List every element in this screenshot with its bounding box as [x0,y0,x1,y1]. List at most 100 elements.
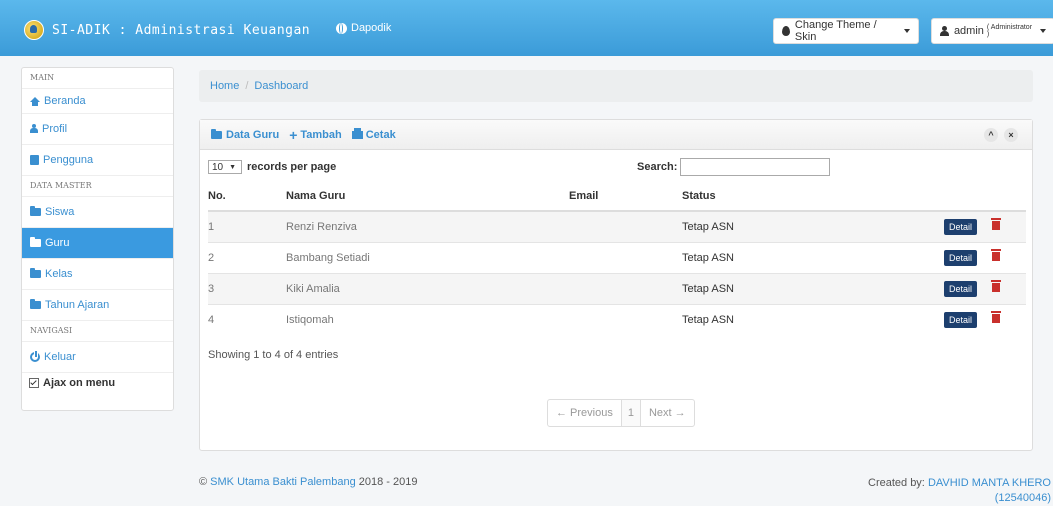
ajax-label: Ajax on menu [43,377,116,389]
app-title: SI-ADIK : Administrasi Keuangan [52,22,311,38]
detail-button[interactable]: Detail [944,219,978,235]
table-row: 4 Istiqomah Tetap ASN Detail [208,304,1026,335]
top-navbar: SI-ADIK : Administrasi Keuangan Dapodik … [0,0,1053,56]
sidebar-item-pengguna[interactable]: Pengguna [22,145,173,176]
column-header-no[interactable]: No. [208,182,286,212]
column-header-nama[interactable]: Nama Guru [286,182,569,212]
sidebar-section-main: MAIN [22,68,173,89]
cell-status: Tetap ASN [682,304,944,335]
guru-table: No. Nama Guru Email Status 1 Renzi Renzi… [208,182,1026,335]
select-arrow-icon: ▼ [229,163,237,171]
records-select[interactable]: 10 ▼ [208,160,242,174]
panel-title: Data Guru [211,128,280,141]
records-per-page: 10 ▼ records per page [208,160,336,174]
add-button-label: Tambah [300,128,342,141]
detail-button[interactable]: Detail [944,312,978,328]
footer-year: 2018 - 2019 [358,476,418,488]
sidebar-item-label: Profil [42,123,68,135]
cell-email [569,273,682,305]
records-label: records per page [247,161,337,173]
ajax-toggle[interactable]: Ajax on menu [22,373,173,393]
trash-icon[interactable] [991,279,1002,292]
print-button[interactable]: Cetak [351,127,396,141]
tut-wuri-logo-icon [24,20,44,40]
column-header-email[interactable]: Email [569,182,682,212]
sidebar-item-label: Tahun Ajaran [45,299,110,311]
close-panel-button[interactable]: × [1004,128,1018,142]
sidebar-item-siswa[interactable]: Siswa [22,197,173,228]
change-theme-button[interactable]: Change Theme / Skin [773,18,919,44]
author-link[interactable]: DAVHID MANTA KHERO [928,477,1051,489]
caret-down-icon [904,29,910,33]
table-row: 3 Kiki Amalia Tetap ASN Detail [208,273,1026,305]
theme-button-label: Change Theme / Skin [794,19,877,43]
sidebar-item-guru[interactable]: Guru [22,228,173,259]
user-role: ( Administrator ) [986,24,1033,38]
panel-header: Data Guru + Tambah Cetak ^ × [200,120,1032,150]
school-link[interactable]: SMK Utama Bakti Palembang [210,476,356,488]
table-header-row: No. Nama Guru Email Status [208,182,1026,212]
tint-icon [782,26,790,36]
sidebar-section-navigasi: NAVIGASI [22,321,173,342]
cell-email [569,242,682,274]
sidebar-item-keluar[interactable]: Keluar [22,342,173,373]
home-icon [30,96,40,106]
globe-icon [336,22,347,34]
cell-actions: Detail [944,242,1026,274]
created-by-label: Created by: [868,477,925,489]
footer-left: © SMK Utama Bakti Palembang 2018 - 2019 [199,476,417,488]
breadcrumb-separator: / [245,80,249,92]
folder-icon [30,237,41,247]
sidebar-item-label: Beranda [44,95,86,107]
user-name: admin [953,25,984,37]
cell-email [569,304,682,335]
cell-no: 4 [208,304,286,335]
cell-no: 3 [208,273,286,305]
sidebar-item-label: Guru [45,237,70,249]
folder-icon [30,268,41,278]
author-id[interactable]: (12540046) [995,492,1051,504]
cell-nama: Istiqomah [286,304,569,335]
table-row: 1 Renzi Renziva Tetap ASN Detail [208,210,1026,243]
table-row: 2 Bambang Setiadi Tetap ASN Detail [208,242,1026,274]
detail-button[interactable]: Detail [944,281,978,297]
detail-button[interactable]: Detail [944,250,978,266]
breadcrumb-current[interactable]: Dashboard [254,80,308,92]
user-icon [940,26,949,36]
user-icon [30,124,38,134]
power-icon [30,351,40,362]
cell-no: 2 [208,242,286,274]
search-box: Search: [637,158,831,176]
footer-right: Created by: DAVHID MANTA KHERO (12540046… [868,476,1051,506]
search-input[interactable] [680,158,831,176]
current-page-button[interactable]: 1 [620,400,641,426]
breadcrumb-home[interactable]: Home [210,80,239,92]
sidebar-item-tahun-ajaran[interactable]: Tahun Ajaran [22,290,173,321]
dapodik-link[interactable]: Dapodik [336,22,391,34]
app-brand[interactable]: SI-ADIK : Administrasi Keuangan [24,20,310,40]
collapse-panel-button[interactable]: ^ [984,128,998,142]
previous-page-button[interactable]: ← Previous [548,400,621,426]
cell-nama: Kiki Amalia [286,273,569,305]
column-header-action [944,182,1026,212]
sidebar-item-kelas[interactable]: Kelas [22,259,173,290]
user-menu-button[interactable]: admin ( Administrator ) [931,18,1053,44]
sidebar-item-label: Pengguna [43,154,94,166]
checkbox-checked-icon[interactable] [29,378,39,388]
sidebar-item-label: Siswa [45,206,75,218]
sidebar-item-beranda[interactable]: Beranda [22,89,173,114]
add-button[interactable]: + Tambah [289,127,342,143]
cell-status: Tetap ASN [682,210,944,243]
panel-title-label: Data Guru [226,128,280,141]
sidebar-item-label: Keluar [44,351,76,363]
trash-icon[interactable] [991,248,1002,261]
trash-icon[interactable] [991,310,1002,323]
sidebar-item-profil[interactable]: Profil [22,114,173,145]
cell-actions: Detail [944,273,1026,305]
sidebar-section-data-master: DATA MASTER [22,176,173,197]
folder-icon [211,128,222,139]
column-header-status[interactable]: Status [682,182,944,212]
book-icon [30,155,39,165]
next-page-button[interactable]: Next → [641,400,694,426]
trash-icon[interactable] [991,217,1002,230]
